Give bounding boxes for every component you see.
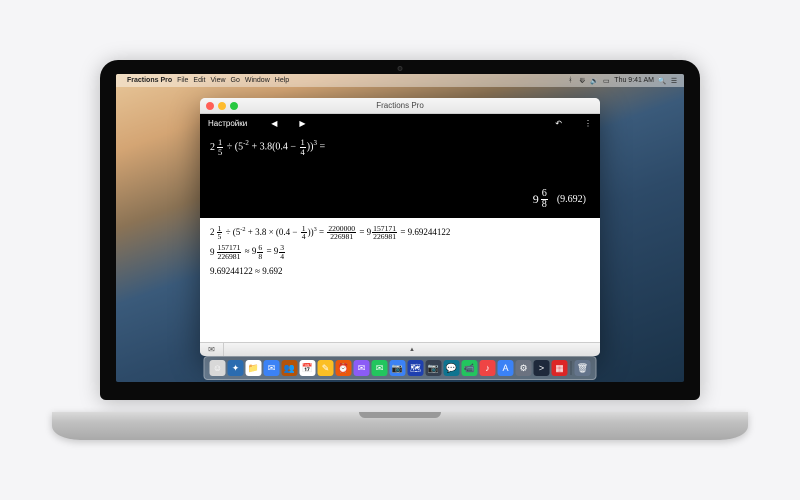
dock-app-icon[interactable]: ⚙ <box>516 360 532 376</box>
desktop-screen: Fractions Pro File Edit View Go Window H… <box>116 74 684 382</box>
menu-help[interactable]: Help <box>275 77 289 84</box>
minimize-button[interactable] <box>218 102 226 110</box>
work-line-2: 9157171226981 ≈ 968 = 934 <box>210 243 590 260</box>
decimal-result: (9.692) <box>557 194 586 205</box>
battery-icon[interactable]: ▭ <box>602 77 610 85</box>
dock-app-icon[interactable]: ✉ <box>264 360 280 376</box>
dock-app-icon[interactable]: ♪ <box>480 360 496 376</box>
collapse-handle-icon[interactable]: ▲ <box>224 347 600 353</box>
menu-file[interactable]: File <box>177 77 188 84</box>
menubar-right: ᚼ ⟱ 🔉 ▭ Thu 9:41 AM 🔍 ☰ <box>566 77 678 85</box>
undo-icon[interactable]: ↶ <box>555 119 562 128</box>
macos-menubar: Fractions Pro File Edit View Go Window H… <box>116 74 684 87</box>
laptop-base <box>52 412 748 440</box>
volume-icon[interactable]: 🔉 <box>590 77 598 85</box>
notification-center-icon[interactable]: ☰ <box>670 77 678 85</box>
zoom-button[interactable] <box>230 102 238 110</box>
app-toolbar: Настройки ◀ ▶ ↶ ⋮ <box>200 114 600 132</box>
camera-dot <box>398 66 403 71</box>
app-window: Fractions Pro Настройки ◀ ▶ ↶ ⋮ 215 <box>200 98 600 356</box>
dock-app-icon[interactable]: ✦ <box>228 360 244 376</box>
dock-app-icon[interactable]: ✉ <box>372 360 388 376</box>
window-titlebar[interactable]: Fractions Pro <box>200 98 600 114</box>
dock-app-icon[interactable]: 👥 <box>282 360 298 376</box>
dock-app-icon[interactable]: ⏰ <box>336 360 352 376</box>
dock-app-icon[interactable]: 📷 <box>390 360 406 376</box>
dock-app-icon[interactable]: 🗺 <box>408 360 424 376</box>
work-steps-area: 215 ÷ (5-2 + 3.8 × (0.4 − 14))3 = 220000… <box>200 218 600 342</box>
calculator-display: 215 ÷ (5-2 + 3.8(0.4 − 14))3 = 968 (9.69… <box>200 132 600 218</box>
macos-dock: ☺✦📁✉👥📅✎⏰✉✉📷🗺📷💬📹♪A⚙>▦🗑 <box>204 356 597 380</box>
menu-window[interactable]: Window <box>245 77 270 84</box>
dock-app-icon[interactable]: 📅 <box>300 360 316 376</box>
traffic-lights <box>206 102 238 110</box>
menu-go[interactable]: Go <box>231 77 240 84</box>
dock-app-icon[interactable]: > <box>534 360 550 376</box>
bluetooth-icon[interactable]: ᚼ <box>566 77 574 85</box>
settings-button[interactable]: Настройки <box>208 119 247 128</box>
app-name-menu[interactable]: Fractions Pro <box>127 77 172 84</box>
laptop-mockup: Fractions Pro File Edit View Go Window H… <box>100 60 700 440</box>
share-mail-icon[interactable]: ✉ <box>200 343 224 356</box>
screen-bezel: Fractions Pro File Edit View Go Window H… <box>100 60 700 400</box>
dock-app-icon[interactable]: 💬 <box>444 360 460 376</box>
window-bottom-bar: ✉ ▲ <box>200 342 600 356</box>
wifi-icon[interactable]: ⟱ <box>578 77 586 85</box>
back-icon[interactable]: ◀ <box>271 119 277 128</box>
spotlight-icon[interactable]: 🔍 <box>658 77 666 85</box>
dock-app-icon[interactable]: 📹 <box>462 360 478 376</box>
input-expression: 215 ÷ (5-2 + 3.8(0.4 − 14))3 = <box>210 138 590 156</box>
menu-edit[interactable]: Edit <box>193 77 205 84</box>
dock-app-icon[interactable]: 📁 <box>246 360 262 376</box>
dock-app-icon[interactable]: 📷 <box>426 360 442 376</box>
work-line-3: 9.69244122 ≈ 9.692 <box>210 263 590 280</box>
overflow-menu-icon[interactable]: ⋮ <box>584 119 592 128</box>
dock-app-icon[interactable]: ✎ <box>318 360 334 376</box>
work-line-1: 215 ÷ (5-2 + 3.8 × (0.4 − 14))3 = 220000… <box>210 224 590 241</box>
menu-view[interactable]: View <box>210 77 225 84</box>
dock-app-icon[interactable]: ☺ <box>210 360 226 376</box>
dock-app-icon[interactable]: ▦ <box>552 360 568 376</box>
dock-app-icon[interactable]: A <box>498 360 514 376</box>
menubar-left: Fractions Pro File Edit View Go Window H… <box>122 77 289 84</box>
result-display: 968 (9.692) <box>533 189 586 210</box>
forward-icon[interactable]: ▶ <box>299 119 305 128</box>
dock-app-icon[interactable]: 🗑 <box>575 360 591 376</box>
dock-app-icon[interactable]: ✉ <box>354 360 370 376</box>
close-button[interactable] <box>206 102 214 110</box>
window-title: Fractions Pro <box>200 101 600 110</box>
clock[interactable]: Thu 9:41 AM <box>614 77 654 84</box>
